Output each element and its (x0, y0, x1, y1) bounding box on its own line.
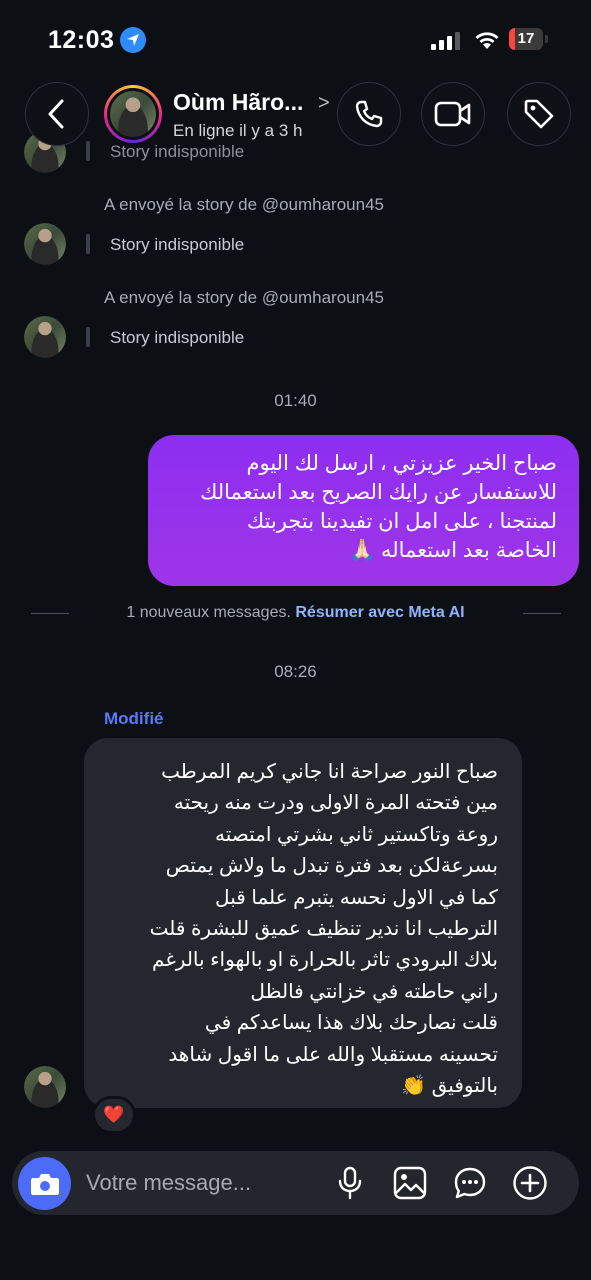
chat-bubble-icon (454, 1167, 486, 1199)
contact-status: En ligne il y a 3 h (173, 121, 303, 140)
video-camera-icon (434, 101, 471, 127)
battery-icon: 17 (509, 28, 549, 52)
battery-level: 17 (517, 30, 535, 47)
chevron-left-icon (48, 99, 64, 129)
contact-avatar (24, 316, 66, 358)
sent-story-label: A envoyé la story de @oumharoun45 (104, 288, 384, 307)
divider-right (523, 613, 561, 614)
message-line: تحسينه مستقبلا والله على ما اقول شاهد (168, 1043, 498, 1066)
message-line: راني حاطته في خزانتي فالظل (250, 980, 498, 1003)
message-line: الترطيب انا ندير تنظيف عميق للبشرة قلت (149, 918, 498, 941)
story-quote-bar (86, 327, 90, 347)
message-line: صباح النور صراحة انا جاني كريم المرطب (161, 761, 498, 783)
cellular-signal-icon (431, 32, 460, 50)
edited-label: Modifié (104, 709, 164, 728)
sticker-button[interactable] (450, 1163, 490, 1203)
message-line: روعة وتاكستير ثاني بشرتي امتصته (215, 823, 498, 846)
microphone-button[interactable] (330, 1163, 370, 1203)
sent-story-label: A envoyé la story de @oumharoun45 (104, 195, 384, 214)
message-line: كما في الاول نحسه يتبرم علما قبل (215, 886, 498, 909)
contact-avatar-story-ring[interactable] (104, 85, 162, 143)
camera-icon (30, 1173, 59, 1195)
tag-button[interactable] (507, 82, 571, 146)
message-line: صباح الخير عزيزتي ، ارسل لك اليوم (246, 452, 557, 475)
story-unavailable-text[interactable]: Story indisponible (110, 328, 244, 348)
message-line: بالتوفيق 👏 (401, 1075, 498, 1098)
message-line: بلاك البرودي تاثر بالحرارة او بالهواء با… (152, 949, 498, 972)
wifi-icon (475, 32, 499, 49)
story-unavailable-text[interactable]: Story indisponible (110, 235, 244, 255)
message-line: مين فتحته المرة الاولى ودرت منه ريحته (173, 792, 498, 815)
story-unavailable-text: Story indisponible (110, 142, 245, 161)
contact-avatar (24, 223, 66, 265)
phone-icon (355, 100, 383, 128)
message-line: للاستفسار عن رايك الصريح بعد استعمالك (200, 481, 557, 504)
contact-name[interactable]: Oùm Hãro... (173, 89, 303, 116)
microphone-icon (338, 1166, 362, 1200)
new-messages-count: 1 nouveaux messages. (126, 604, 291, 621)
message-input[interactable] (86, 1166, 326, 1200)
camera-button[interactable] (18, 1157, 71, 1210)
outgoing-message-bubble[interactable]: صباح الخير عزيزتي ، ارسل لك اليوم للاستف… (148, 435, 579, 586)
gallery-button[interactable] (390, 1163, 430, 1203)
story-quote-bar (86, 141, 90, 161)
heart-reaction[interactable]: ❤️ (92, 1096, 136, 1134)
tag-icon (524, 99, 554, 129)
summarize-meta-ai-link[interactable]: Résumer avec Meta AI (295, 604, 464, 621)
chevron-right-icon: > (318, 92, 330, 114)
new-messages-banner: 1 nouveaux messages. Résumer avec Meta A… (0, 604, 591, 622)
message-line: لمنتجنا ، على امل ان تفيدينا بتجربتك (246, 510, 557, 533)
back-button[interactable] (25, 82, 89, 146)
video-call-button[interactable] (421, 82, 485, 146)
timestamp-separator: 08:26 (274, 662, 317, 681)
call-button[interactable] (337, 82, 401, 146)
location-arrow-icon (120, 27, 146, 53)
status-time: 12:03 (48, 26, 115, 54)
plus-circle-icon (513, 1166, 547, 1200)
contact-avatar (24, 1066, 66, 1108)
message-line: الخاصة بعد استعماله 🙏🏻 (348, 539, 557, 562)
timestamp-separator: 01:40 (274, 391, 317, 410)
more-button[interactable] (510, 1163, 550, 1203)
incoming-message-bubble[interactable]: صباح النور صراحة انا جاني كريم المرطب مي… (84, 738, 522, 1108)
message-line: بسرعةلكن بعد فترة تبدل ما ولاش يمتص (165, 855, 498, 878)
story-quote-bar (86, 234, 90, 254)
message-line: قلت نصارحك بلاك هذا يساعدكم في (204, 1012, 498, 1035)
image-icon (393, 1166, 427, 1200)
